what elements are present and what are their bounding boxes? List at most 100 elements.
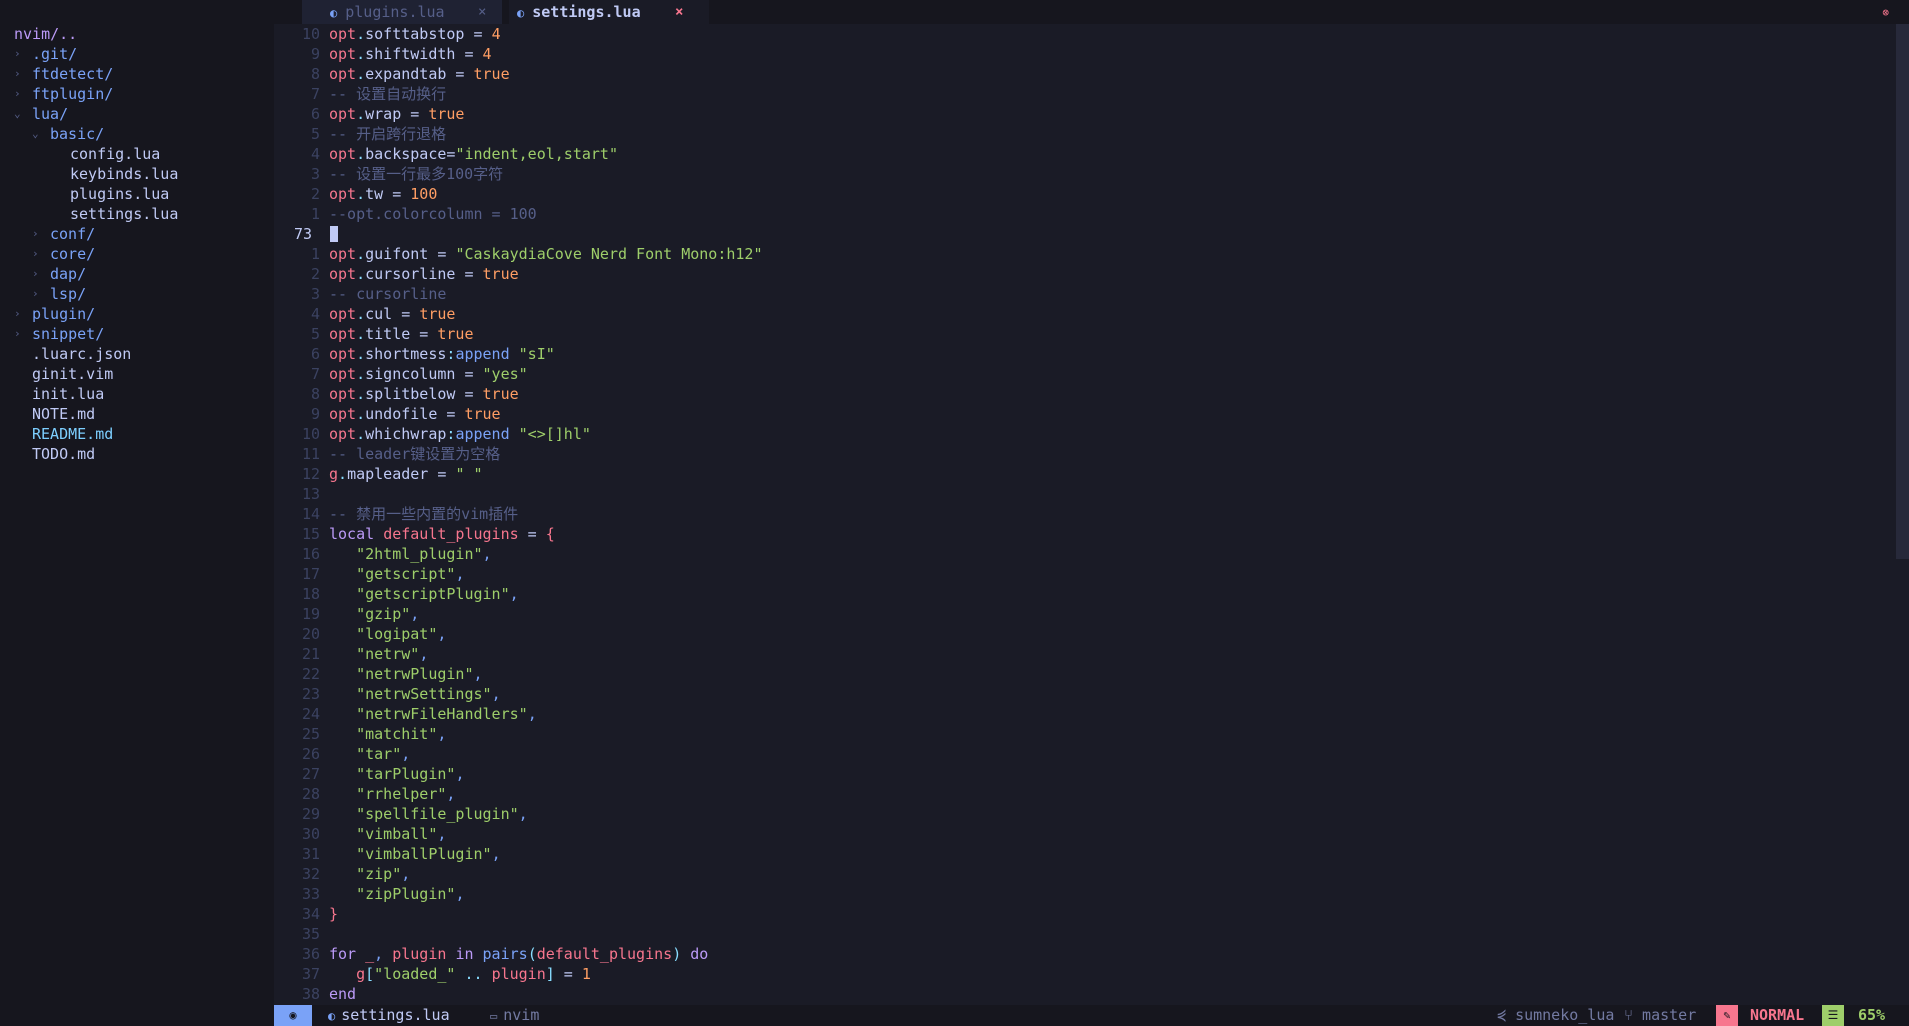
code-line[interactable]: 36 for _, plugin in pairs(default_plugins… — [274, 944, 1896, 964]
close-icon[interactable]: × — [675, 0, 683, 25]
explorer-file[interactable]: ginit.vim — [0, 364, 274, 384]
code-line[interactable]: 16 "2html_plugin", — [274, 544, 1896, 564]
code-line[interactable]: 27 "tarPlugin", — [274, 764, 1896, 784]
code-line[interactable]: 6 opt.shortmess:append "sI" — [274, 344, 1896, 364]
code-line[interactable]: 31 "vimballPlugin", — [274, 844, 1896, 864]
explorer-folder[interactable]: › ftplugin/ — [0, 84, 274, 104]
chevron-down-icon[interactable]: ⌄ — [32, 124, 42, 144]
explorer-folder[interactable]: › core/ — [0, 244, 274, 264]
close-icon[interactable]: × — [478, 0, 486, 25]
code-text: "netrwSettings", — [329, 684, 501, 704]
explorer-folder[interactable]: › snippet/ — [0, 324, 274, 344]
code-line[interactable]: 32 "zip", — [274, 864, 1896, 884]
code-line[interactable]: 1 --opt.colorcolumn = 100 — [274, 204, 1896, 224]
editor-buffer[interactable]: 10 opt.softtabstop = 4 9 opt.shiftwidth = 4… — [274, 24, 1896, 1005]
code-token: "CaskaydiaCove Nerd Font Mono:h12" — [455, 245, 763, 263]
code-token: = — [554, 965, 582, 983]
explorer-folder[interactable]: › .git/ — [0, 44, 274, 64]
code-line[interactable]: 13 — [274, 484, 1896, 504]
code-line[interactable]: 2 opt.cursorline = true — [274, 264, 1896, 284]
code-line[interactable]: 2 opt.tw = 100 — [274, 184, 1896, 204]
tab-settings-lua[interactable]: ◐ settings.lua × — [509, 0, 709, 25]
chevron-right-icon[interactable]: › — [32, 284, 42, 304]
close-all-icon[interactable]: ⊗ — [1882, 0, 1889, 25]
chevron-right-icon[interactable]: › — [32, 244, 42, 264]
code-line[interactable]: 35 — [274, 924, 1896, 944]
explorer-file[interactable]: NOTE.md — [0, 404, 274, 424]
explorer-root[interactable]: nvim/.. — [0, 24, 274, 44]
explorer-file[interactable]: README.md — [0, 424, 274, 444]
chevron-right-icon[interactable]: › — [32, 224, 42, 244]
chevron-right-icon[interactable]: › — [32, 264, 42, 284]
code-line[interactable]: 19 "gzip", — [274, 604, 1896, 624]
chevron-right-icon[interactable]: › — [14, 64, 24, 84]
code-line[interactable]: 8 opt.expandtab = true — [274, 64, 1896, 84]
explorer-file[interactable]: keybinds.lua — [0, 164, 274, 184]
code-line[interactable]: 9 opt.shiftwidth = 4 — [274, 44, 1896, 64]
code-line[interactable]: 24 "netrwFileHandlers", — [274, 704, 1896, 724]
code-line[interactable]: 4 opt.backspace="indent,eol,start" — [274, 144, 1896, 164]
code-line[interactable]: 10 opt.softtabstop = 4 — [274, 24, 1896, 44]
code-line[interactable]: 38 end — [274, 984, 1896, 1004]
explorer-folder[interactable]: › conf/ — [0, 224, 274, 244]
explorer-folder[interactable]: ⌄ lua/ — [0, 104, 274, 124]
code-text: "tarPlugin", — [329, 764, 464, 784]
code-line[interactable]: 23 "netrwSettings", — [274, 684, 1896, 704]
code-line[interactable]: 33 "zipPlugin", — [274, 884, 1896, 904]
code-line[interactable]: 17 "getscript", — [274, 564, 1896, 584]
code-line[interactable]: 9 opt.undofile = true — [274, 404, 1896, 424]
code-line[interactable]: 5 -- 开启跨行退格 — [274, 124, 1896, 144]
chevron-down-icon[interactable]: ⌄ — [14, 104, 24, 124]
chevron-right-icon[interactable]: › — [14, 304, 24, 324]
code-line[interactable]: 3 -- 设置一行最多100字符 — [274, 164, 1896, 184]
explorer-folder[interactable]: ⌄ basic/ — [0, 124, 274, 144]
explorer-file[interactable]: .luarc.json — [0, 344, 274, 364]
code-token: "netrw" — [356, 645, 420, 663]
code-line[interactable]: 3 -- cursorline — [274, 284, 1896, 304]
code-token: shiftwidth = — [365, 45, 483, 63]
code-line[interactable]: 7 opt.signcolumn = "yes" — [274, 364, 1896, 384]
scrollbar[interactable] — [1896, 24, 1909, 559]
code-line[interactable]: 6 opt.wrap = true — [274, 104, 1896, 124]
explorer-file[interactable]: settings.lua — [0, 204, 274, 224]
chevron-right-icon[interactable]: › — [14, 44, 24, 64]
explorer-folder[interactable]: › dap/ — [0, 264, 274, 284]
explorer-file[interactable]: TODO.md — [0, 444, 274, 464]
explorer-folder[interactable]: › ftdetect/ — [0, 64, 274, 84]
code-line[interactable]: 12 g.mapleader = " " — [274, 464, 1896, 484]
chevron-right-icon[interactable]: › — [14, 324, 24, 344]
explorer-folder[interactable]: › lsp/ — [0, 284, 274, 304]
code-line[interactable]: 34} — [274, 904, 1896, 924]
code-text: "netrwFileHandlers", — [329, 704, 537, 724]
code-line[interactable]: 4 opt.cul = true — [274, 304, 1896, 324]
code-token: 100 — [410, 185, 438, 203]
code-line[interactable]: 22 "netrwPlugin", — [274, 664, 1896, 684]
tab-plugins-lua[interactable]: ◐ plugins.lua × — [302, 0, 502, 25]
code-line[interactable]: 29 "spellfile_plugin", — [274, 804, 1896, 824]
code-line[interactable]: 7 -- 设置自动换行 — [274, 84, 1896, 104]
code-line[interactable]: 10 opt.whichwrap:append "<>[]hl" — [274, 424, 1896, 444]
code-line[interactable]: 37 g["loaded_" .. plugin] = 1 — [274, 964, 1896, 984]
code-line[interactable]: 11 -- leader键设置为空格 — [274, 444, 1896, 464]
code-line[interactable]: 26 "tar", — [274, 744, 1896, 764]
cursor-line[interactable]: 73 — [274, 224, 1896, 244]
explorer-file[interactable]: plugins.lua — [0, 184, 274, 204]
code-line[interactable]: 14 -- 禁用一些内置的vim插件 — [274, 504, 1896, 524]
code-line[interactable]: 28 "rrhelper", — [274, 784, 1896, 804]
explorer-file[interactable]: init.lua — [0, 384, 274, 404]
code-line[interactable]: 8 opt.splitbelow = true — [274, 384, 1896, 404]
code-line[interactable]: 30 "vimball", — [274, 824, 1896, 844]
code-line[interactable]: 5 opt.title = true — [274, 324, 1896, 344]
code-line[interactable]: 15 local default_plugins = { — [274, 524, 1896, 544]
lua-icon: ◐ — [328, 1009, 336, 1023]
explorer-folder[interactable]: › plugin/ — [0, 304, 274, 324]
code-line[interactable]: 1 opt.guifont = "CaskaydiaCove Nerd Font … — [274, 244, 1896, 264]
code-line[interactable]: 20 "logipat", — [274, 624, 1896, 644]
code-line[interactable]: 25 "matchit", — [274, 724, 1896, 744]
code-line[interactable]: 18 "getscriptPlugin", — [274, 584, 1896, 604]
line-number: 35 — [301, 925, 320, 943]
chevron-right-icon[interactable]: › — [14, 84, 24, 104]
code-line[interactable]: 21 "netrw", — [274, 644, 1896, 664]
explorer-file[interactable]: config.lua — [0, 144, 274, 164]
